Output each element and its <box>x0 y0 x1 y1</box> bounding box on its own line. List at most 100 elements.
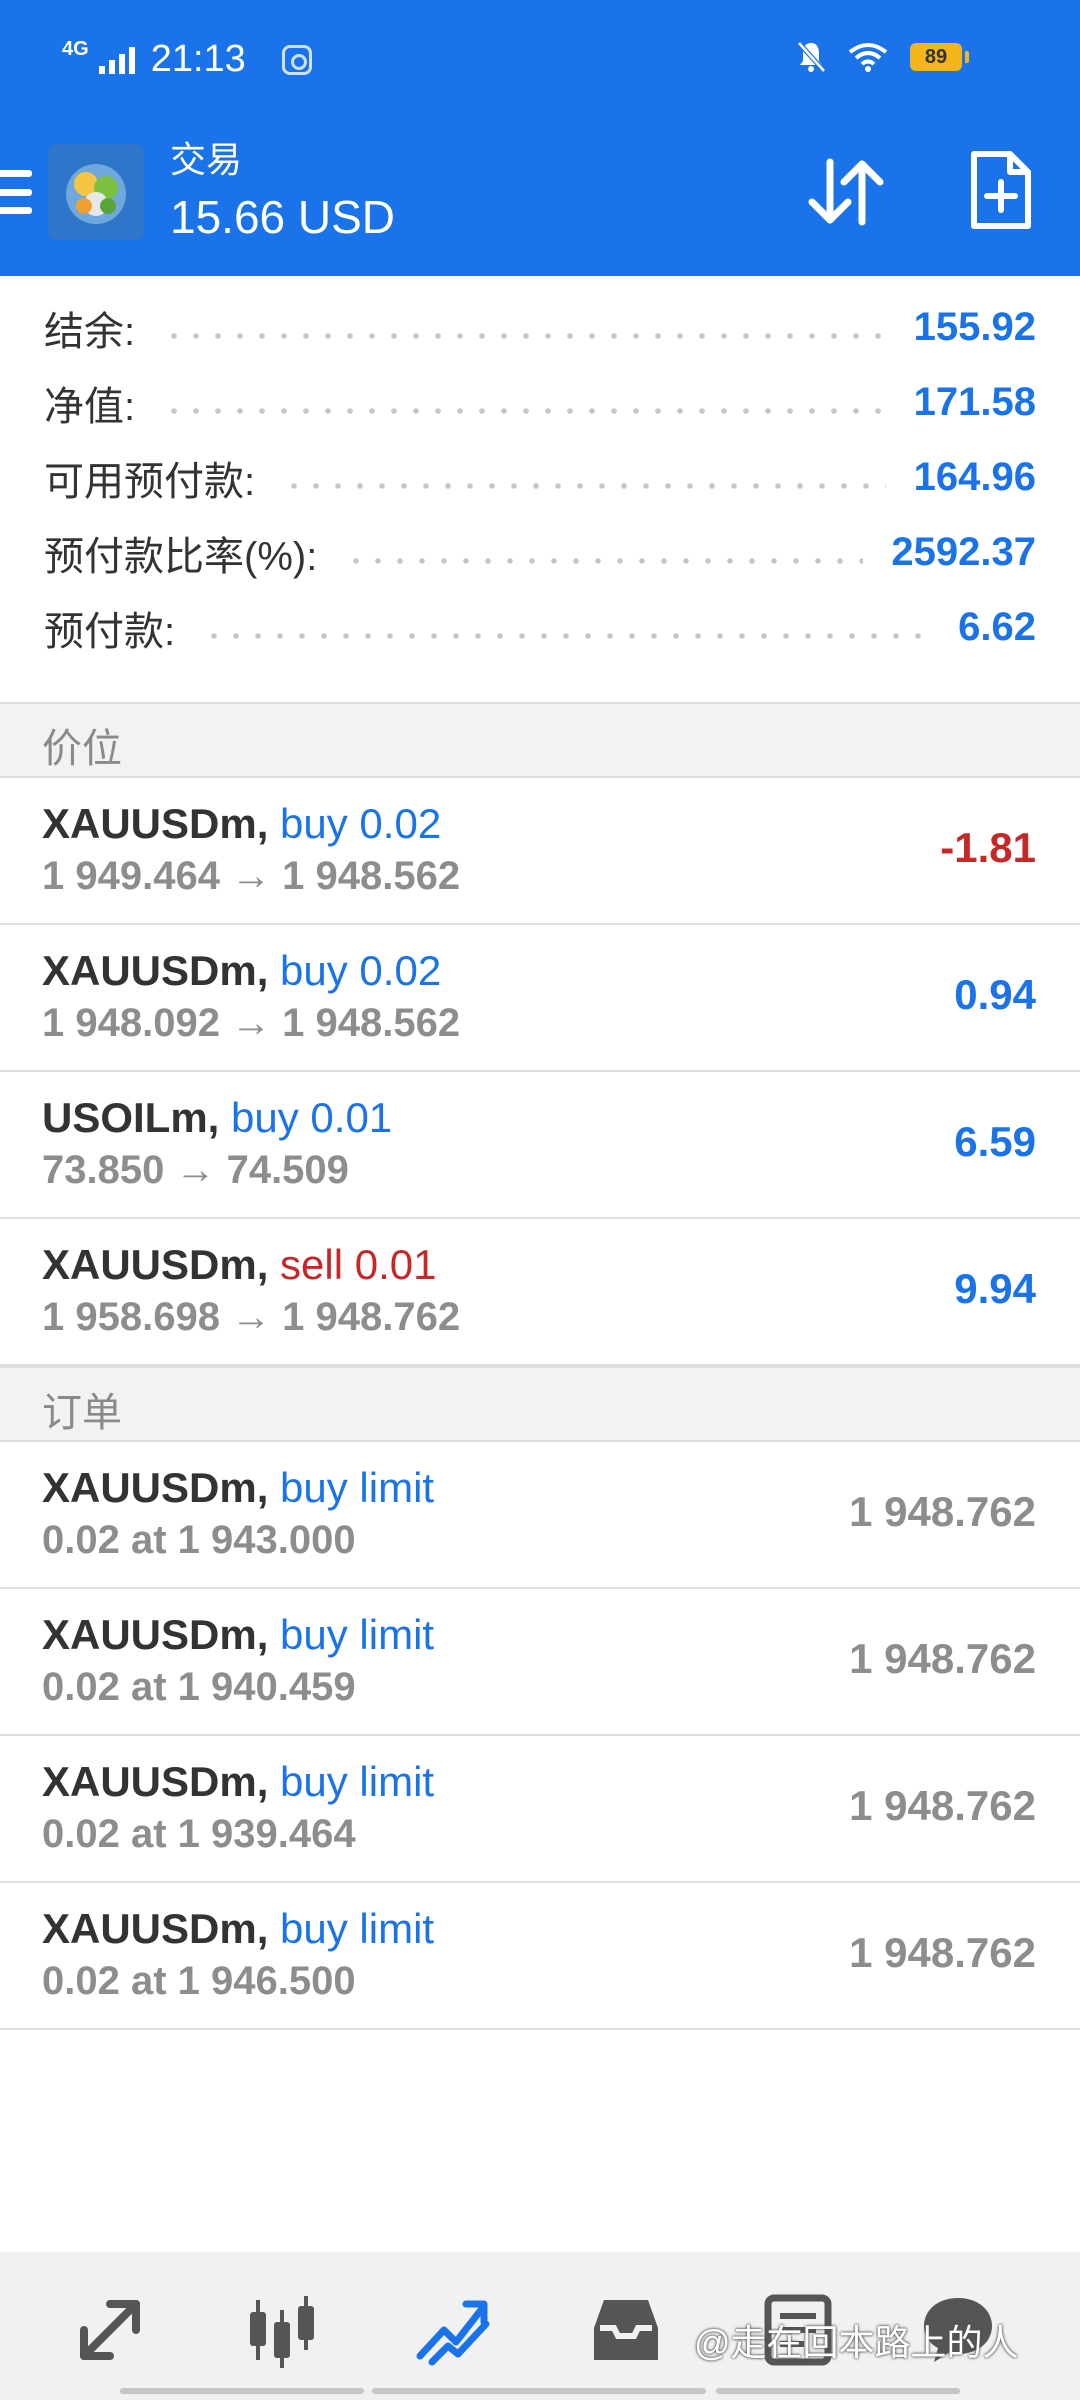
signal-icon <box>98 46 135 74</box>
positions-section-header: 价位 <box>0 702 1080 778</box>
position-title: XAUUSDm, buy 0.02 <box>42 800 441 848</box>
order-title: XAUUSDm, buy limit <box>42 1905 434 1953</box>
order-action: buy limit <box>280 1611 435 1658</box>
position-title: XAUUSDm, buy 0.02 <box>42 947 441 995</box>
position-profit: 9.94 <box>954 1265 1036 1312</box>
account-label: 预付款比率(%): <box>44 534 318 579</box>
position-symbol: XAUUSDm, <box>42 800 269 847</box>
sort-icon[interactable] <box>806 154 886 230</box>
bottom-navigation: @走在回本路上的人 <box>0 2252 1080 2400</box>
title-block: 交易 15.66 USD <box>170 136 395 246</box>
account-row: 结余: 155.92 <box>0 290 1080 365</box>
position-row[interactable]: USOILm, buy 0.01 73.850 → 74.509 6.59 <box>0 1072 1080 1219</box>
position-action: buy 0.01 <box>231 1094 393 1141</box>
position-symbol: XAUUSDm, <box>42 947 269 994</box>
position-row[interactable]: XAUUSDm, buy 0.02 1 949.464 → 1 948.562 -1… <box>0 778 1080 925</box>
menu-icon[interactable] <box>0 170 32 214</box>
dotted-leader <box>163 332 886 339</box>
account-row: 净值: 171.58 <box>0 365 1080 440</box>
app-header: 4G 21:13 89 交易 15.66 USD <box>0 0 1080 276</box>
position-symbol: XAUUSDm, <box>42 1241 269 1288</box>
nav-trade[interactable] <box>404 2290 504 2370</box>
order-detail: 0.02 at 1 940.459 <box>42 1665 356 1709</box>
account-balance-display: 15.66 USD <box>170 191 396 243</box>
dotted-leader <box>283 482 886 489</box>
account-row: 可用预付款: 164.96 <box>0 440 1080 515</box>
metatrader-logo-icon <box>48 144 144 240</box>
status-left: 4G 21:13 <box>62 38 312 81</box>
nav-indicator <box>372 2388 706 2394</box>
order-title: XAUUSDm, buy limit <box>42 1464 434 1512</box>
account-value: 155.92 <box>913 305 1036 349</box>
order-action: buy limit <box>280 1464 435 1511</box>
account-label: 结余: <box>44 309 136 354</box>
account-summary: 结余: 155.92 净值: 171.58 可用预付款: 164.96 预付款比率(%): 2… <box>0 290 1080 665</box>
account-value: 2592.37 <box>891 530 1036 574</box>
order-row[interactable]: XAUUSDm, buy limit 0.02 at 1 940.459 1 948… <box>0 1589 1080 1736</box>
toolbar: 交易 15.66 USD <box>0 130 1080 270</box>
account-value: 6.62 <box>958 605 1036 649</box>
position-row[interactable]: XAUUSDm, buy 0.02 1 948.092 → 1 948.562 0.… <box>0 925 1080 1072</box>
order-title: XAUUSDm, buy limit <box>42 1758 434 1806</box>
notification-app-icon <box>281 44 312 75</box>
order-row[interactable]: XAUUSDm, buy limit 0.02 at 1 939.464 1 948… <box>0 1736 1080 1883</box>
quotes-icon <box>80 2300 140 2360</box>
order-current-price: 1 948.762 <box>849 1782 1036 1829</box>
orders-list: XAUUSDm, buy limit 0.02 at 1 943.000 1 948… <box>0 1442 1080 2030</box>
battery-indicator: 89 <box>910 43 969 71</box>
orders-section-title: 订单 <box>42 1391 122 1435</box>
position-profit: 6.59 <box>954 1118 1036 1165</box>
position-profit: -1.81 <box>940 824 1036 871</box>
account-row: 预付款比率(%): 2592.37 <box>0 515 1080 590</box>
dotted-leader <box>163 407 886 414</box>
position-action: buy 0.02 <box>280 800 442 847</box>
order-current-price: 1 948.762 <box>849 1635 1036 1682</box>
account-row: 预付款: 6.62 <box>0 590 1080 665</box>
dotted-leader <box>203 632 931 639</box>
order-action: buy limit <box>280 1758 435 1805</box>
order-title: XAUUSDm, buy limit <box>42 1611 434 1659</box>
account-label: 预付款: <box>44 609 176 654</box>
position-title: USOILm, buy 0.01 <box>42 1094 392 1142</box>
positions-list: XAUUSDm, buy 0.02 1 949.464 → 1 948.562 -1… <box>0 778 1080 1366</box>
order-row[interactable]: XAUUSDm, buy limit 0.02 at 1 946.500 1 948… <box>0 1883 1080 2030</box>
account-label: 可用预付款: <box>44 459 256 504</box>
position-profit: 0.94 <box>954 971 1036 1018</box>
position-symbol: USOILm, <box>42 1094 220 1141</box>
dotted-leader <box>345 557 864 564</box>
position-action: buy 0.02 <box>280 947 442 994</box>
account-value: 171.58 <box>913 380 1036 424</box>
order-action: buy limit <box>280 1905 435 1952</box>
page-title: 交易 <box>170 139 243 180</box>
order-detail: 0.02 at 1 946.500 <box>42 1959 356 2003</box>
bell-muted-icon <box>797 41 826 73</box>
position-title: XAUUSDm, sell 0.01 <box>42 1241 436 1289</box>
history-icon <box>594 2300 658 2360</box>
order-symbol: XAUUSDm, <box>42 1464 269 1511</box>
order-symbol: XAUUSDm, <box>42 1758 269 1805</box>
chart-icon <box>250 2296 314 2368</box>
nav-indicator <box>120 2388 364 2394</box>
new-order-icon[interactable] <box>968 148 1034 232</box>
nav-history[interactable] <box>576 2290 676 2370</box>
account-label: 净值: <box>44 384 136 429</box>
order-symbol: XAUUSDm, <box>42 1905 269 1952</box>
account-value: 164.96 <box>913 455 1036 499</box>
position-prices: 1 958.698 → 1 948.762 <box>42 1295 461 1339</box>
position-action: sell 0.01 <box>280 1241 437 1288</box>
trade-icon <box>416 2300 490 2366</box>
nav-quotes[interactable] <box>60 2290 160 2370</box>
nav-chart[interactable] <box>232 2290 332 2370</box>
wifi-icon <box>848 43 888 72</box>
order-row[interactable]: XAUUSDm, buy limit 0.02 at 1 943.000 1 948… <box>0 1442 1080 1589</box>
nav-indicator <box>716 2388 960 2394</box>
positions-section-title: 价位 <box>42 727 122 771</box>
watermark-text: @走在回本路上的人 <box>694 2322 1019 2363</box>
clock: 21:13 <box>150 38 246 80</box>
order-symbol: XAUUSDm, <box>42 1611 269 1658</box>
position-row[interactable]: XAUUSDm, sell 0.01 1 958.698 → 1 948.762 9… <box>0 1219 1080 1366</box>
status-right: 89 <box>796 40 969 74</box>
network-type: 4G <box>62 38 89 60</box>
position-prices: 73.850 → 74.509 <box>42 1148 349 1192</box>
orders-section-header: 订单 <box>0 1366 1080 1442</box>
